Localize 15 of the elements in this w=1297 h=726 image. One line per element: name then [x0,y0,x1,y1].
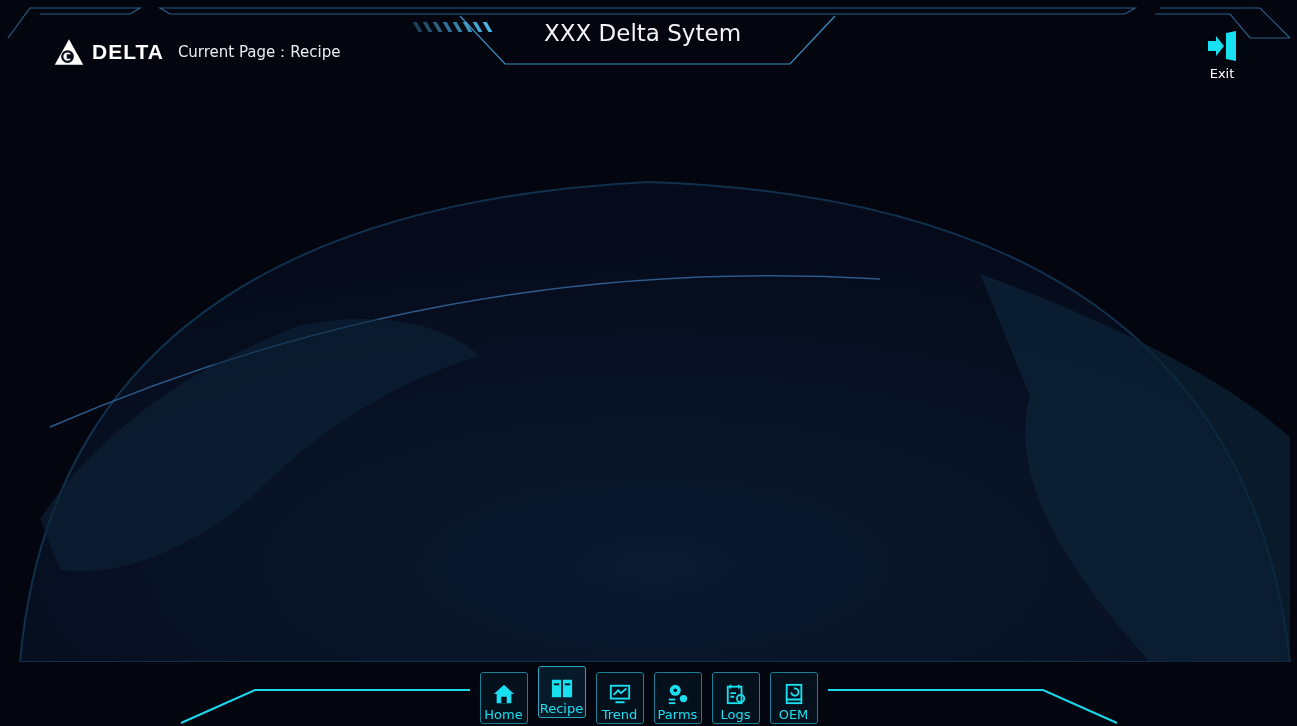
exit-door-icon [1207,30,1237,62]
nav-button[interactable]: Logs [711,672,760,724]
home-icon [492,683,515,705]
logo-icon [54,38,84,66]
exit-button[interactable]: Exit [1207,30,1237,81]
logo-text: DELTA [92,40,164,64]
current-page-text: Current Page：Recipe [177,42,341,62]
nav-button[interactable]: Recipe [537,666,586,718]
nav-button[interactable]: OEM [769,672,818,724]
chart-monitor-icon [608,683,631,705]
nav-button[interactable]: Trend [595,672,644,724]
nav-button[interactable]: Home [479,672,528,724]
nav-button[interactable]: Parms [653,672,702,724]
window-title: XXX Delta Sytem [543,20,743,46]
calendar-clock-icon [724,683,747,705]
